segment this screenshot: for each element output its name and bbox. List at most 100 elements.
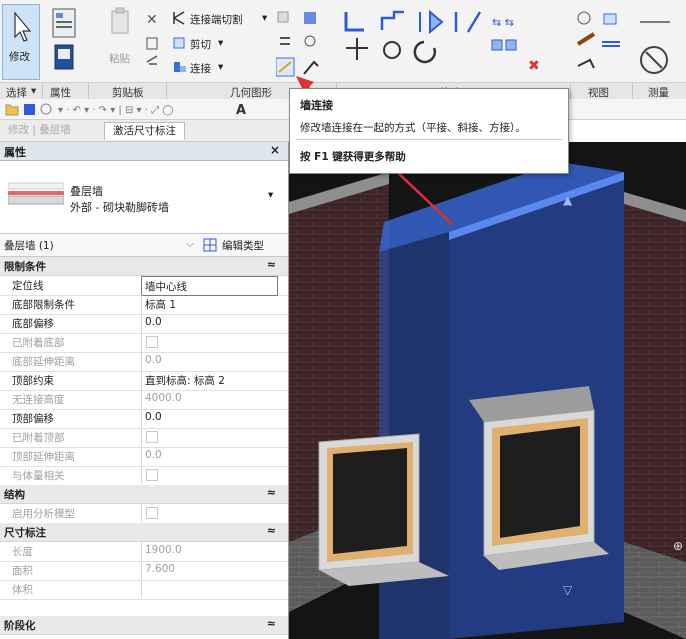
prop-value-field: 0.0: [141, 352, 277, 370]
prop-label: 已附着底部: [12, 337, 65, 349]
measure-tools-icons[interactable]: [636, 8, 686, 80]
prop-value-field[interactable]: 0.0: [141, 314, 277, 332]
prop-value-field[interactable]: 直到标高: 标高 2: [141, 371, 277, 389]
prop-value-field: [141, 333, 277, 351]
group-select-label[interactable]: 选择: [6, 85, 27, 100]
geometry-small-icons[interactable]: [276, 8, 326, 80]
properties-title: 属性: [4, 146, 26, 159]
properties-header: 属性 ×: [0, 142, 288, 161]
prop-value: 0.0: [145, 411, 162, 423]
collapse-icon[interactable]: ≈: [267, 486, 276, 499]
section-constraints[interactable]: 限制条件 ≈: [0, 257, 288, 276]
properties-panel: 属性 × 叠层墙 外部 - 砌块勒脚砖墙 ▾ 叠层墙 (1) ⌵ 编辑类型 限制…: [0, 142, 289, 639]
group-view-label: 视图: [588, 87, 609, 99]
3d-viewport[interactable]: ▲ ▽ ⊕: [289, 142, 686, 639]
dropdown-icon[interactable]: ▾: [268, 189, 273, 201]
prop-label: 顶部约束: [12, 375, 54, 387]
prop-value-field: [141, 466, 277, 484]
cut-geometry-icon: [173, 11, 185, 25]
prop-row: 底部偏移 0.0: [0, 314, 288, 334]
prop-value-field[interactable]: 标高 1: [141, 295, 277, 313]
prop-value: 7.600: [145, 563, 176, 575]
grip-up-icon[interactable]: ▲: [563, 193, 573, 207]
collapse-icon[interactable]: ≈: [267, 258, 276, 271]
tooltip-help: 按 F1 键获得更多帮助: [300, 151, 406, 163]
window-right: [469, 386, 609, 570]
prop-value: 0.0: [145, 354, 162, 366]
dropdown-icon[interactable]: ▾: [262, 12, 267, 24]
prop-row: 顶部约束 直到标高: 标高 2: [0, 371, 288, 391]
ribbon: 修改 粘贴 ✕ 连接端切割 ▾ 剪切 ▾ 连接 ▾ ⇆ ⇆ ✖ 选择 ▾ 属性 …: [0, 0, 686, 99]
chevron-down-icon[interactable]: ⌵: [186, 238, 194, 251]
view-tools-icons[interactable]: [574, 8, 630, 80]
checkbox: [146, 336, 158, 348]
selection-filter: 叠层墙 (1) ⌵ 编辑类型: [0, 234, 288, 257]
type-selector[interactable]: 叠层墙 外部 - 砌块勒脚砖墙 ▾: [0, 161, 288, 234]
prop-label: 长度: [12, 546, 33, 558]
prop-value-field: 1900.0: [141, 542, 277, 560]
join-label[interactable]: 连接: [190, 61, 211, 76]
section-title: 结构: [4, 489, 25, 501]
dropdown-icon[interactable]: ▾: [31, 85, 36, 97]
clipboard-tools-icons[interactable]: ✕: [144, 10, 160, 70]
section-structure[interactable]: 结构 ≈: [0, 485, 288, 504]
prop-label: 底部限制条件: [12, 299, 75, 311]
svg-text:▾ · ↶ ▾ · ↷ ▾ | ⊟ ▾ · ⤢ ◯: ▾ · ↶ ▾ · ↷ ▾ | ⊟ ▾ · ⤢ ◯: [58, 105, 173, 116]
section-phasing[interactable]: 阶段化 ≈: [0, 616, 288, 635]
modify-button[interactable]: 修改: [2, 4, 40, 80]
prop-value-field[interactable]: 0.0: [141, 409, 277, 427]
close-icon[interactable]: ×: [270, 143, 280, 157]
prop-label: 顶部偏移: [12, 413, 54, 425]
section-dimensions[interactable]: 尺寸标注 ≈: [0, 523, 288, 542]
checkbox: [146, 431, 158, 443]
tooltip-description: 修改墙连接在一起的方式（平接、斜接、方接）。: [300, 122, 526, 134]
properties-icon: [52, 8, 76, 70]
view-control-icon[interactable]: ⊕: [673, 539, 683, 553]
prop-value-field: 0.0: [141, 447, 277, 465]
checkbox: [146, 507, 158, 519]
prop-value-field: 7.600: [141, 561, 277, 579]
modify-tools-icons[interactable]: ⇆ ⇆ ✖: [342, 8, 572, 80]
connect-cut-label[interactable]: 连接端切割: [190, 12, 243, 27]
prop-value-field: [141, 428, 277, 446]
collapse-icon[interactable]: ≈: [267, 617, 276, 630]
group-measure-label: 测量: [648, 87, 669, 99]
type-name-type: 外部 - 砌块勒脚砖墙: [70, 201, 169, 214]
dropdown-icon[interactable]: ▾: [218, 37, 223, 49]
tab-active-dimension[interactable]: 激活尺寸标注: [104, 122, 185, 140]
prop-value: 4000.0: [145, 392, 182, 404]
svg-text:⇆ ⇆: ⇆ ⇆: [492, 16, 514, 29]
type-name-family: 叠层墙: [70, 185, 103, 198]
properties-button[interactable]: [46, 4, 82, 80]
prop-row: 顶部偏移 0.0: [0, 409, 288, 429]
prop-value: 标高 1: [145, 299, 177, 311]
dropdown-icon[interactable]: ▾: [218, 61, 223, 73]
cut-icon: [173, 37, 185, 49]
paste-button[interactable]: 粘贴: [104, 4, 136, 66]
prop-value: 0.0: [145, 449, 162, 461]
prop-row: 长度 1900.0: [0, 542, 288, 562]
prop-row: 体积: [0, 580, 288, 600]
cut-label[interactable]: 剪切: [190, 37, 211, 52]
prop-value: 墙中心线: [145, 281, 187, 293]
tooltip: 墙连接 修改墙连接在一起的方式（平接、斜接、方接）。 按 F1 键获得更多帮助: [289, 88, 569, 174]
prop-label: 底部延伸距离: [12, 356, 75, 368]
collapse-icon[interactable]: ≈: [267, 524, 276, 537]
selection-count[interactable]: 叠层墙 (1): [4, 238, 54, 253]
prop-label: 体积: [12, 584, 33, 596]
prop-row: 底部延伸距离 0.0: [0, 352, 288, 372]
tab-modify-wall[interactable]: 修改 | 叠层墙: [0, 122, 79, 139]
prop-row: 无连接高度 4000.0: [0, 390, 288, 410]
group-clipboard-label: 剪贴板: [112, 87, 144, 99]
prop-label: 面积: [12, 565, 33, 577]
grip-down-icon[interactable]: ▽: [563, 583, 573, 597]
prop-value-field: [141, 580, 277, 598]
edit-type-button[interactable]: 编辑类型: [222, 238, 264, 253]
svg-text:✕: ✕: [146, 12, 158, 28]
wall-type-thumbnail-icon: [8, 169, 64, 225]
prop-row: 已附着底部: [0, 333, 288, 353]
cursor-icon: [14, 11, 32, 42]
prop-value-field[interactable]: 墙中心线: [141, 276, 278, 296]
quick-access-icons[interactable]: ▾ · ↶ ▾ · ↷ ▾ | ⊟ ▾ · ⤢ ◯ A: [0, 99, 290, 119]
prop-row: 与体量相关: [0, 466, 288, 486]
